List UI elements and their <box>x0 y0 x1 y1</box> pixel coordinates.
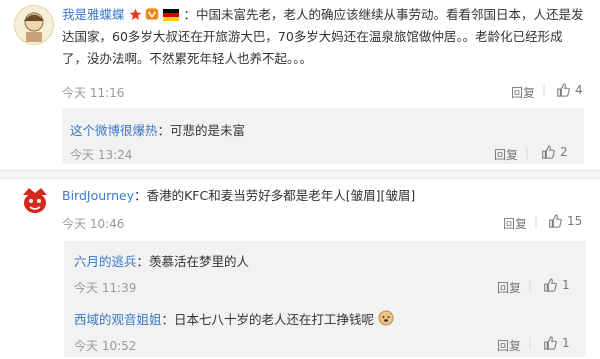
reply-text: ：可悲的是未富 <box>157 123 246 138</box>
like-button[interactable]: 4 <box>556 83 583 97</box>
username-link[interactable]: 我是雅蝶蝶 <box>62 7 125 22</box>
badges <box>125 7 184 22</box>
reply-username-link[interactable]: 六月的逃兵 <box>74 254 137 269</box>
reply-body: 西域的观音姐姐：日本七八十岁的老人还在打工挣钱呢 <box>74 309 394 328</box>
reply-button[interactable]: 回复 <box>494 146 518 163</box>
thumbs-up-icon <box>557 83 570 97</box>
reply-body: 这个微博很爆热：可悲的是未富 <box>70 120 245 139</box>
like-button[interactable]: 1 <box>543 278 570 292</box>
comment-text: ：香港的KFC和麦当劳好多都是老年人[皱眉][皱眉] <box>134 188 416 203</box>
like-button[interactable]: 2 <box>541 145 568 159</box>
comment-card: BirdJourney：香港的KFC和麦当劳好多都是老年人[皱眉][皱眉] 今天… <box>0 178 600 359</box>
thumbs-up-icon <box>544 336 557 350</box>
reply-button[interactable]: 回复 <box>511 84 535 101</box>
reply-button[interactable]: 回复 <box>497 279 521 296</box>
reply-time: 今天 10:52 <box>74 339 137 353</box>
thumbs-up-icon <box>549 214 562 228</box>
star-icon <box>129 8 141 20</box>
reply-text: ：日本七八十岁的老人还在打工挣钱呢 <box>161 312 375 327</box>
reply-time: 今天 11:39 <box>74 281 137 295</box>
divider: | <box>528 336 533 350</box>
reply-time: 今天 13:24 <box>70 148 133 162</box>
comment-body: BirdJourney：香港的KFC和麦当劳好多都是老年人[皱眉][皱眉] <box>62 185 584 207</box>
vip-icon <box>146 8 159 20</box>
reply-text: ：羡慕活在梦里的人 <box>136 254 250 269</box>
like-count: 15 <box>567 214 583 228</box>
divider: | <box>528 278 533 292</box>
like-button[interactable]: 1 <box>543 336 570 350</box>
comment-card: 我是雅蝶蝶 ：中国未富先老，老人的确应该继续从事劳动。看看邻国日本，人还是发达国… <box>0 0 600 171</box>
comment-body: 我是雅蝶蝶 ：中国未富先老，老人的确应该继续从事劳动。看看邻国日本，人还是发达国… <box>62 4 584 70</box>
divider: | <box>534 214 539 228</box>
doge-emoji-icon <box>378 310 394 326</box>
like-count: 2 <box>560 145 568 159</box>
germany-flag-icon <box>163 9 180 21</box>
thumbs-up-icon <box>542 145 555 159</box>
like-button[interactable]: 15 <box>548 214 582 228</box>
reply-thread: 这个微博很爆热：可悲的是未富 今天 13:24 回复 | 2 <box>62 108 584 164</box>
username-link[interactable]: BirdJourney <box>62 188 134 203</box>
reply-thread: 六月的逃兵：羡慕活在梦里的人 今天 11:39 回复 | 1 西域的观音姐姐：日… <box>64 241 586 357</box>
comment-time: 今天 11:16 <box>62 86 125 100</box>
like-count: 4 <box>575 83 583 97</box>
thumbs-up-icon <box>544 278 557 292</box>
comment-time: 今天 10:46 <box>62 217 125 231</box>
avatar[interactable] <box>20 185 50 215</box>
divider: | <box>525 145 530 159</box>
divider: | <box>542 83 547 97</box>
like-count: 1 <box>562 278 570 292</box>
reply-username-link[interactable]: 西域的观音姐姐 <box>74 312 162 327</box>
reply-button[interactable]: 回复 <box>497 337 521 354</box>
like-count: 1 <box>562 336 570 350</box>
reply-button[interactable]: 回复 <box>503 215 527 232</box>
reply-username-link[interactable]: 这个微博很爆热 <box>70 123 158 138</box>
reply-body: 六月的逃兵：羡慕活在梦里的人 <box>74 251 249 270</box>
avatar[interactable] <box>14 5 54 45</box>
